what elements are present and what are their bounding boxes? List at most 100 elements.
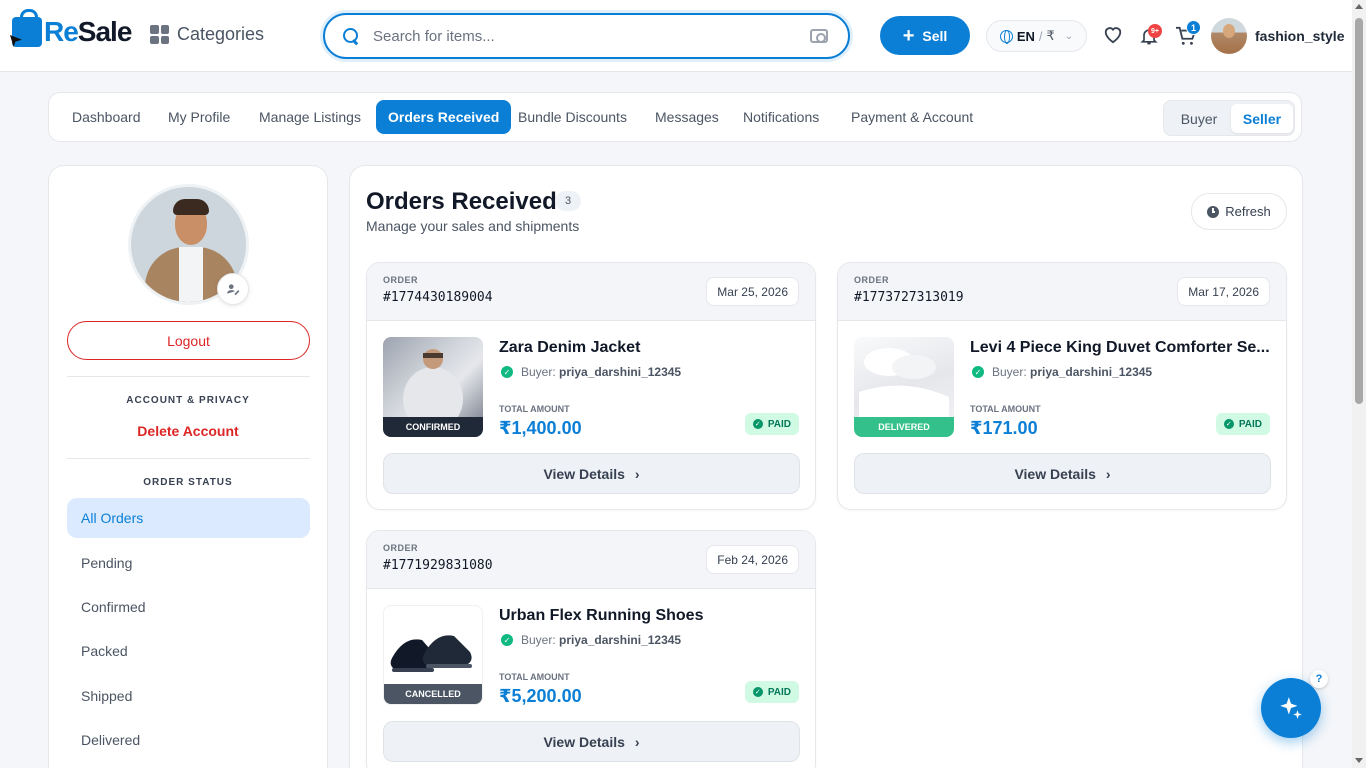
total-amount: ₹1,400.00 [499, 418, 582, 438]
divider [67, 376, 310, 377]
page-scrollbar[interactable] [1352, 0, 1366, 768]
check-circle-icon: ✓ [1223, 419, 1234, 429]
search-bar [323, 13, 850, 59]
product-thumbnail[interactable]: CANCELLED [383, 605, 483, 705]
dashboard-nav: Dashboard My Profile Manage Listings Ord… [48, 92, 1302, 142]
sparkles-icon [1280, 697, 1302, 719]
item-name[interactable]: Urban Flex Running Shoes [499, 607, 799, 625]
payment-status: PAID [767, 686, 791, 698]
order-id: #1774430189004 [383, 290, 493, 305]
order-card: ORDER #1773727313019 Mar 17, 2026 DELIVE… [837, 262, 1287, 510]
status-filter-all-orders[interactable]: All Orders [67, 498, 310, 538]
camera-search-icon[interactable] [810, 29, 828, 43]
page-title: Orders Received [366, 188, 557, 215]
status-filter-packed[interactable]: Packed [67, 631, 310, 671]
top-header: ReSale Categories + Sell EN / ₹ ⌄ 9+ 1 f… [0, 0, 1352, 72]
buyer-name: priya_darshini_12345 [559, 365, 682, 379]
total-amount: ₹5,200.00 [499, 686, 582, 706]
buyer-info: ✓ Buyer: priya_darshini_12345 [499, 633, 681, 647]
language-code: EN [1016, 28, 1035, 44]
order-card: ORDER #1774430189004 Mar 25, 2026 CONFIR… [366, 262, 816, 510]
username-label[interactable]: fashion_style [1255, 28, 1344, 44]
tab-my-profile[interactable]: My Profile [156, 100, 242, 134]
tab-manage-listings[interactable]: Manage Listings [247, 100, 373, 134]
search-icon[interactable] [343, 28, 359, 44]
logout-button[interactable]: Logout [67, 321, 310, 360]
search-input[interactable] [373, 27, 810, 45]
tab-messages[interactable]: Messages [643, 100, 731, 134]
delete-account-link[interactable]: Delete Account [49, 423, 327, 439]
product-thumbnail[interactable]: DELIVERED [854, 337, 954, 437]
separator: / [1038, 28, 1043, 44]
divider [67, 458, 310, 459]
orders-panel: Orders Received 3 Manage your sales and … [349, 165, 1303, 768]
tab-notifications[interactable]: Notifications [731, 100, 831, 134]
globe-icon [999, 29, 1013, 44]
order-label: ORDER [383, 275, 419, 285]
total-amount: ₹171.00 [970, 418, 1038, 438]
role-toggle: Buyer Seller [1163, 100, 1295, 136]
payment-status: PAID [1238, 418, 1262, 430]
order-header: ORDER #1773727313019 Mar 17, 2026 [838, 263, 1286, 321]
currency-symbol: ₹ [1046, 28, 1055, 43]
payment-status-badge: ✓ PAID [744, 681, 799, 703]
item-name[interactable]: Levi 4 Piece King Duvet Comforter Se... [970, 339, 1270, 357]
status-filter-delivered[interactable]: Delivered [67, 720, 310, 760]
status-filter-pending[interactable]: Pending [67, 543, 310, 583]
order-date: Mar 25, 2026 [706, 277, 799, 306]
status-filter-confirmed[interactable]: Confirmed [67, 587, 310, 627]
orders-count-badge: 3 [555, 191, 581, 211]
status-filter-shipped[interactable]: Shipped [67, 676, 310, 716]
view-details-button[interactable]: View Details › [854, 453, 1271, 494]
check-circle-icon: ✓ [752, 419, 763, 429]
scrollbar-thumb[interactable] [1355, 18, 1363, 404]
tab-dashboard[interactable]: Dashboard [60, 100, 153, 134]
refresh-label: Refresh [1225, 204, 1271, 219]
order-date: Feb 24, 2026 [706, 545, 799, 574]
ai-assistant-button[interactable] [1261, 678, 1321, 738]
user-avatar[interactable] [1211, 18, 1247, 54]
view-details-label: View Details [543, 733, 625, 750]
cart-badge: 1 [1186, 20, 1201, 35]
verified-check-icon: ✓ [972, 366, 984, 378]
logo-sale: Sale [77, 16, 133, 47]
plus-icon: + [902, 24, 915, 47]
order-id: #1773727313019 [854, 290, 964, 305]
tab-payment-account[interactable]: Payment & Account [839, 100, 985, 134]
item-name[interactable]: Zara Denim Jacket [499, 339, 799, 357]
payment-status-badge: ✓ PAID [744, 413, 799, 435]
grid-icon [150, 25, 169, 44]
resale-logo[interactable]: ReSale [12, 9, 133, 48]
logo-re: Re [44, 16, 79, 47]
refresh-button[interactable]: Refresh [1191, 193, 1287, 230]
chevron-down-icon: ⌄ [1064, 30, 1074, 42]
sell-button[interactable]: + Sell [880, 16, 970, 55]
buyer-info: ✓ Buyer: priya_darshini_12345 [499, 365, 681, 379]
order-header: ORDER #1771929831080 Feb 24, 2026 [367, 531, 815, 589]
product-thumbnail[interactable]: CONFIRMED [383, 337, 483, 437]
language-currency-selector[interactable]: EN / ₹ ⌄ [986, 20, 1087, 52]
check-circle-icon: ✓ [752, 687, 763, 697]
tab-orders-received[interactable]: Orders Received [376, 100, 512, 134]
payment-status: PAID [767, 418, 791, 430]
buyer-info: ✓ Buyer: priya_darshini_12345 [970, 365, 1152, 379]
order-id: #1771929831080 [383, 558, 493, 573]
wishlist-heart-icon[interactable] [1102, 24, 1124, 46]
help-badge[interactable]: ? [1310, 670, 1328, 688]
page-subtitle: Manage your sales and shipments [366, 218, 580, 234]
verified-check-icon: ✓ [501, 634, 513, 646]
edit-avatar-icon[interactable] [217, 273, 249, 305]
profile-sidebar: Logout ACCOUNT & PRIVACY Delete Account … [48, 165, 328, 768]
view-details-label: View Details [1014, 465, 1096, 482]
tab-bundle-discounts[interactable]: Bundle Discounts [506, 100, 639, 134]
seller-role-button[interactable]: Seller [1231, 104, 1293, 133]
buyer-name: priya_darshini_12345 [559, 633, 682, 647]
payment-status-badge: ✓ PAID [1215, 413, 1270, 435]
scroll-up-arrow-icon[interactable] [1355, 4, 1363, 9]
buyer-role-button[interactable]: Buyer [1168, 104, 1230, 133]
scroll-down-arrow-icon[interactable] [1355, 758, 1363, 763]
view-details-button[interactable]: View Details › [383, 721, 800, 762]
categories-menu[interactable]: Categories [150, 24, 264, 45]
order-card: ORDER #1771929831080 Feb 24, 2026 CANCEL… [366, 530, 816, 768]
view-details-button[interactable]: View Details › [383, 453, 800, 494]
